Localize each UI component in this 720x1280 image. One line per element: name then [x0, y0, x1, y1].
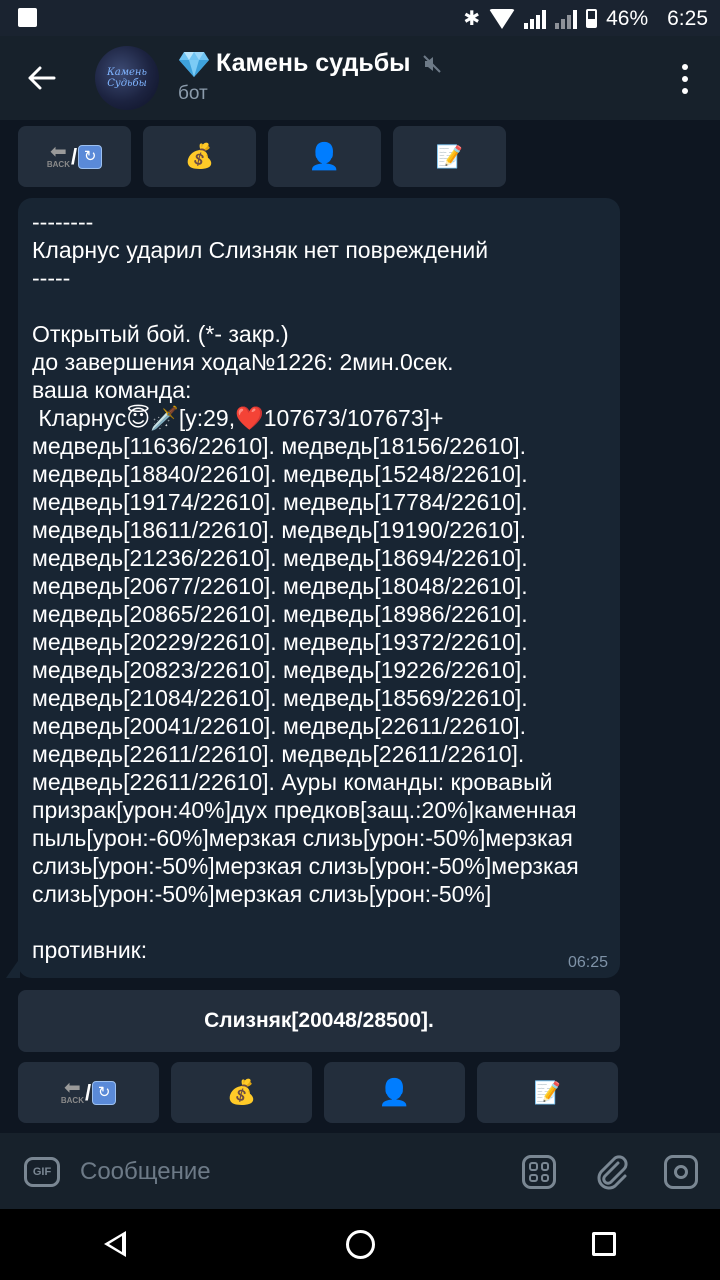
reply-keyboard-bottom: ⬅ BACK / ↻ 💰 👤 📝	[18, 1062, 618, 1123]
keyboard-button-money[interactable]: 💰	[143, 126, 256, 187]
chat-area[interactable]: ⬅ BACK / ↻ 💰 👤 📝 -------- Кларнус ударил…	[0, 120, 720, 1133]
message-input[interactable]	[78, 1151, 502, 1193]
keyboard-button-money[interactable]: 💰	[171, 1062, 312, 1123]
dot-icon	[682, 88, 688, 94]
message-text: -------- Кларнус ударил Слизняк нет повр…	[32, 209, 579, 963]
battery-percent: 46%	[606, 6, 649, 30]
inline-enemy-label: Слизняк[20048/28500].	[204, 1009, 434, 1032]
back-button[interactable]	[22, 58, 62, 98]
clock: 6:25	[667, 6, 708, 30]
money-bag-icon: 💰	[226, 1079, 257, 1106]
bot-keyboard-icon[interactable]	[522, 1155, 556, 1189]
back-refresh-icon: ⬅ BACK / ↻	[61, 1078, 117, 1106]
memo-icon: 📝	[533, 1079, 562, 1105]
avatar-logo-text: Камень Судьбы	[107, 67, 147, 89]
arrow-left-icon	[28, 66, 56, 90]
keyboard-button-memo[interactable]: 📝	[393, 126, 506, 187]
bust-icon: 👤	[308, 141, 341, 171]
back-refresh-icon: ⬅ BACK / ↻	[47, 142, 103, 170]
camera-icon[interactable]	[664, 1155, 698, 1189]
bluetooth-icon: ✱	[463, 8, 481, 30]
bubble-tail	[6, 958, 20, 978]
gem-icon	[179, 51, 209, 77]
dot-icon	[682, 64, 688, 70]
keyboard-button-profile[interactable]: 👤	[268, 126, 381, 187]
keyboard-button-back[interactable]: ⬅ BACK / ↻	[18, 1062, 159, 1123]
title-row[interactable]: Камень судьбы	[178, 49, 441, 78]
money-bag-icon: 💰	[184, 143, 215, 170]
notification-icon	[18, 8, 37, 27]
nav-back-icon[interactable]	[104, 1231, 126, 1257]
chat-header: Камень Судьбы Камень судьбы бот	[0, 36, 720, 120]
signal-icon-2	[555, 9, 578, 29]
battery-icon	[586, 9, 598, 28]
wifi-icon	[489, 8, 516, 29]
chat-subtitle: бот	[178, 83, 208, 104]
keyboard-button-profile[interactable]: 👤	[324, 1062, 465, 1123]
attach-icon[interactable]	[594, 1153, 630, 1191]
message-time: 06:25	[567, 954, 608, 971]
bust-icon: 👤	[378, 1077, 411, 1107]
chat-title: Камень судьбы	[216, 49, 411, 77]
inline-enemy-button[interactable]: Слизняк[20048/28500].	[18, 990, 620, 1052]
nav-home-icon[interactable]	[346, 1230, 375, 1259]
signal-icon	[524, 9, 547, 29]
memo-icon: 📝	[435, 143, 464, 169]
keyboard-button-memo[interactable]: 📝	[477, 1062, 618, 1123]
message-bubble[interactable]: -------- Кларнус ударил Слизняк нет повр…	[18, 198, 620, 978]
keyboard-button-back[interactable]: ⬅ BACK / ↻	[18, 126, 131, 187]
more-options-button[interactable]	[672, 64, 698, 94]
system-nav-bar	[0, 1209, 720, 1280]
mute-icon	[422, 54, 441, 73]
reply-keyboard-top: ⬅ BACK / ↻ 💰 👤 📝	[18, 126, 506, 187]
avatar[interactable]: Камень Судьбы	[95, 46, 159, 110]
gif-icon[interactable]: GIF	[24, 1157, 60, 1187]
nav-recents-icon[interactable]	[592, 1232, 616, 1256]
status-bar: ✱ 46% 6:25	[0, 0, 720, 36]
message-input-bar: GIF	[0, 1133, 720, 1209]
dot-icon	[682, 76, 688, 82]
